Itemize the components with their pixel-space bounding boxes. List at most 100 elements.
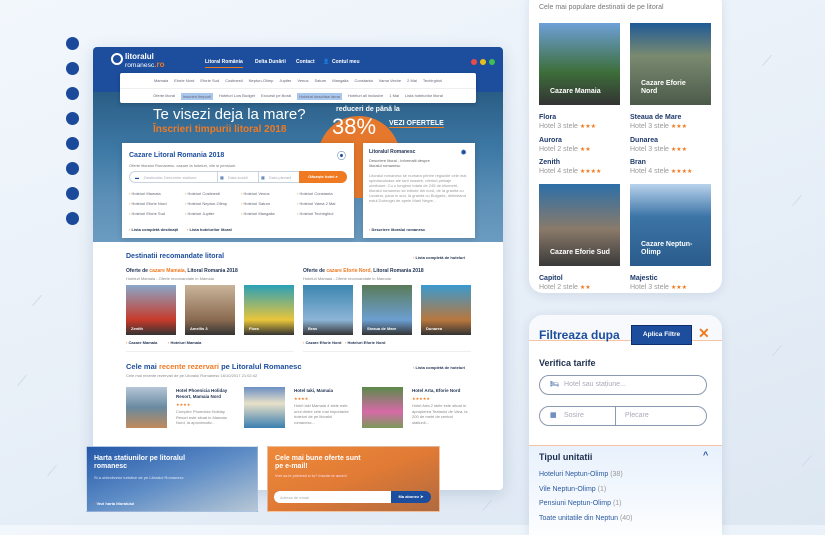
hotel-thumbnail[interactable]: Bran — [303, 285, 353, 335]
nav-offer[interactable]: Inscrieri timpurii — [180, 93, 213, 100]
hotel-thumbnail[interactable]: Steaua de Mare — [362, 285, 412, 335]
find-hotel-button[interactable]: Găsește hotel ⌕ — [299, 171, 347, 183]
nav-offer[interactable]: Excursii pe litoral — [261, 93, 291, 100]
nav-destination[interactable]: Vama Veche — [379, 78, 401, 83]
nav-destination[interactable]: Costinesti — [225, 78, 243, 83]
site-logo[interactable]: litoralul romanesc.ro — [111, 53, 164, 70]
unit-type-option[interactable]: Vile Neptun-Olimp (1) — [539, 486, 606, 493]
arrival-input[interactable]: Sosire — [564, 412, 584, 419]
hotel-thumbnail[interactable]: Amellis 3 — [185, 285, 235, 335]
recent-hotel-name[interactable]: Hotel Iaki, Mamaia — [294, 388, 354, 394]
nav-offer[interactable]: Hoteluri Low Budget — [219, 93, 255, 100]
popular-hotel-name[interactable]: Dunarea — [630, 137, 658, 144]
hotel-destination-link[interactable]: Hoteluri Mangalia — [241, 211, 274, 216]
hotel-destination-link[interactable]: Hoteluri Saturn — [241, 201, 270, 206]
hotel-destination-link[interactable]: Hoteluri Vama 2 Mai — [297, 201, 335, 206]
hotel-destination-link[interactable]: Hoteluri Eforie Nord — [129, 201, 166, 206]
popular-hotel-name[interactable]: Bran — [630, 159, 646, 166]
hotel-search-input[interactable]: 🛏 Hotel sau stațiune... — [539, 375, 707, 395]
departure-input[interactable]: Plecare — [625, 412, 649, 419]
hotel-destination-link[interactable]: Hoteluri Eforie Sud — [129, 211, 165, 216]
destination-image[interactable]: Cazare Eforie Nord — [630, 23, 711, 105]
recent-hotel-image[interactable] — [362, 387, 403, 428]
popular-hotel-class: Hotel 4 stele ★★★★ — [539, 168, 601, 175]
popular-hotel-name[interactable]: Flora — [539, 114, 556, 121]
nav-contact[interactable]: Contact — [296, 59, 315, 65]
popular-hotel-name[interactable]: Zenith — [539, 159, 560, 166]
nav-destination[interactable]: Mangalia — [332, 78, 348, 83]
nav-offer[interactable]: Hoteluri all inclusive — [348, 93, 383, 100]
nav-litoral-romania[interactable]: Litoral România — [205, 59, 243, 68]
popular-hotel-name[interactable]: Steaua de Mare — [630, 114, 681, 121]
recent-hotel-name[interactable]: Hotel Phoenicia Holiday Resort, Mamaia N… — [176, 388, 236, 399]
nav-offer[interactable]: Hoteluri deschise iarna — [297, 93, 342, 100]
checkin-input[interactable]: Data sosirii — [228, 175, 248, 180]
offer-link[interactable]: Hoteluri Mamaia — [168, 340, 201, 345]
offer-link[interactable]: Cazare Mamaia — [126, 340, 157, 345]
full-hotels-link[interactable]: Lista completă de hoteluri — [413, 255, 465, 260]
email-input[interactable]: Adresa de email — [274, 491, 391, 503]
nav-destination[interactable]: 2 Mai — [407, 78, 417, 83]
about-link[interactable]: Descriere litoralul romanesc — [369, 227, 425, 232]
offer-group-subtitle: Hoteluri Mamaia - Oferte recomandate in … — [303, 276, 391, 281]
nav-destination[interactable]: Eforie Nord — [174, 78, 194, 83]
checkout-input[interactable]: Data plecarii — [269, 175, 291, 180]
nav-offer[interactable]: Oferte litoral — [153, 93, 175, 100]
offer-link[interactable]: Cazare Eforie Nord — [303, 340, 341, 345]
destination-image[interactable]: Cazare Mamaia — [539, 23, 620, 105]
view-offers-link[interactable]: VEZI OFERTELE — [389, 120, 444, 128]
recent-hotel-image[interactable] — [244, 387, 285, 428]
recent-full-list-link[interactable]: Lista completă de hoteluri — [413, 365, 465, 370]
hotel-thumbnail[interactable]: Zenith — [126, 285, 176, 335]
nav-offer[interactable]: Lista hotelurilor litoral — [405, 93, 443, 100]
nav-offer[interactable]: 1 Mai — [389, 93, 399, 100]
nav-destination[interactable]: Techirghiol — [423, 78, 442, 83]
offer-highlight[interactable]: cazare Eforie Nord, — [326, 268, 372, 274]
nav-destination[interactable]: Saturn — [314, 78, 326, 83]
unit-type-label: Hoteluri Neptun-Olimp — [539, 471, 609, 478]
chevron-up-icon[interactable]: ^ — [703, 450, 708, 460]
hotel-destination-link[interactable]: Hoteluri Venus — [241, 191, 269, 196]
star-rating-icon: ★★★ — [579, 124, 597, 130]
popular-hotel-name[interactable]: Aurora — [539, 137, 562, 144]
destination-input[interactable]: Destinatia: Denumire statiune — [144, 175, 196, 180]
destination-image[interactable]: Cazare Neptun-Olimp — [630, 184, 711, 266]
nav-contul-meu[interactable]: Contul meu — [332, 59, 360, 65]
hotel-destination-link[interactable]: Hoteluri Jupiter — [185, 211, 214, 216]
hotel-thumbnail[interactable]: Flora — [244, 285, 294, 335]
unit-type-option[interactable]: Hoteluri Neptun-Olimp (38) — [539, 471, 623, 478]
apply-filters-button[interactable]: Aplica Filtre — [631, 325, 692, 345]
popular-hotel-name[interactable]: Capitol — [539, 275, 563, 282]
user-icon: 👤 — [323, 59, 330, 65]
hotel-destination-link[interactable]: Hoteluri Neptun-Olimp — [185, 201, 227, 206]
hotels-list-link[interactable]: Lista hotelurilor litoral — [187, 227, 231, 232]
nav-destination[interactable]: Mamaia — [154, 78, 168, 83]
hotel-thumbnail[interactable]: Dunarea — [421, 285, 471, 335]
map-link[interactable]: Vezi harta litoralului — [94, 501, 134, 506]
unit-type-option[interactable]: Pensiuni Neptun-Olimp (1) — [539, 500, 622, 507]
unit-type-option[interactable]: Toate unitatile din Neptun (40) — [539, 515, 632, 522]
popular-hotel-class: Hotel 4 stele ★★★★ — [630, 168, 692, 175]
popular-hotel-name[interactable]: Majestic — [630, 275, 658, 282]
recent-hotel-image[interactable] — [126, 387, 167, 428]
map-banner[interactable]: Harta statiunilor pe litoralul romanesc … — [86, 446, 258, 512]
destination-image[interactable]: Cazare Eforie Sud — [539, 184, 620, 266]
nav-destination[interactable]: Eforie Sud — [200, 78, 219, 83]
offer-highlight[interactable]: cazare Mamaia, — [149, 268, 186, 274]
nav-destination[interactable]: Constanta — [355, 78, 373, 83]
nav-delta-dunarii[interactable]: Delta Dunării — [255, 59, 286, 65]
nav-destination[interactable]: Venus — [297, 78, 308, 83]
nav-destination[interactable]: Jupiter — [279, 78, 291, 83]
hotel-destination-link[interactable]: Hoteluri Costinesti — [185, 191, 219, 196]
recent-hotel-name[interactable]: Hotel Arta, Eforie Nord — [412, 388, 472, 394]
full-destinations-link[interactable]: Lista completă destinații — [129, 227, 178, 232]
hotel-destination-link[interactable]: Hoteluri Techirghiol — [297, 211, 333, 216]
subscribe-button[interactable]: Ma abonez ➤ — [391, 491, 431, 503]
hotel-destination-link[interactable]: Hoteluri Mamaia — [129, 191, 160, 196]
offer-link[interactable]: Hoteluri Eforie Nord — [345, 340, 385, 345]
nav-destination[interactable]: Neptun-Olimp — [249, 78, 274, 83]
map-banner-subtitle: Si a obiectivelor turistice de pe Litora… — [94, 475, 184, 480]
hotel-destination-link[interactable]: Hoteluri Constanta — [297, 191, 332, 196]
bed-icon: ▬ — [135, 175, 139, 180]
close-icon[interactable]: ✕ — [698, 325, 710, 342]
